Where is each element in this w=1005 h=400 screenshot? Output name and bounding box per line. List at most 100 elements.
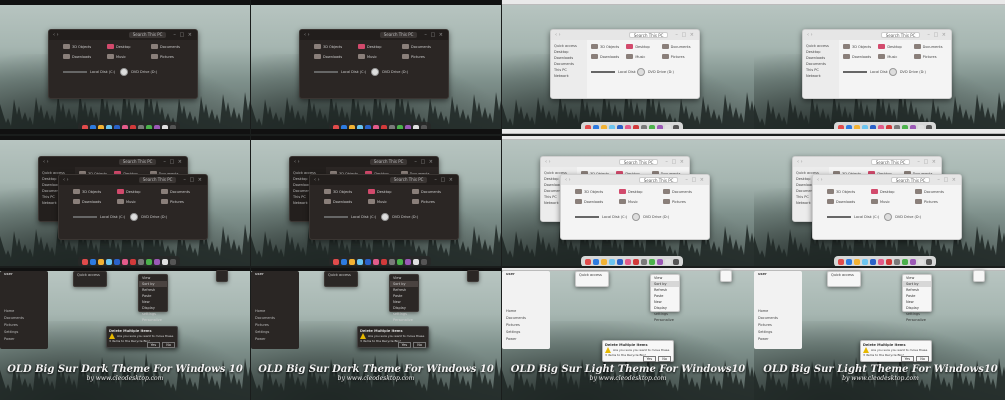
context-menu-item[interactable]: Display settings <box>651 305 679 317</box>
back-arrow-icon[interactable]: ‹ › <box>314 177 320 183</box>
dvd-drive-item[interactable]: DVD Drive (D:) <box>120 68 157 76</box>
dock-app-icon[interactable] <box>861 258 868 265</box>
back-arrow-icon[interactable]: ‹ › <box>43 159 49 165</box>
folder-item[interactable]: Desktop <box>117 189 140 194</box>
dvd-drive-item[interactable]: DVD Drive (D:) <box>130 213 167 221</box>
search-input[interactable]: Search This PC <box>880 32 921 38</box>
notification-corner[interactable] <box>973 270 985 282</box>
start-menu-item[interactable]: Settings <box>251 329 299 336</box>
dock-app-icon[interactable] <box>625 258 631 265</box>
dock-app-icon[interactable] <box>170 258 176 265</box>
window-controls[interactable]: – □ × <box>414 159 434 165</box>
folder-item[interactable]: 3D Objects <box>63 44 91 49</box>
yes-button[interactable]: Yes <box>642 356 657 362</box>
drive-item[interactable]: Local Disk (C:) <box>314 70 366 74</box>
back-arrow-icon[interactable]: ‹ › <box>294 159 300 165</box>
folder-item[interactable]: Desktop <box>368 189 391 194</box>
folder-item[interactable]: Downloads <box>843 54 871 59</box>
dock-app-icon[interactable] <box>405 258 411 265</box>
back-arrow-icon[interactable]: ‹ › <box>797 159 803 165</box>
folder-item[interactable]: Music <box>878 54 897 59</box>
folder-item[interactable]: Pictures <box>151 54 174 59</box>
folder-item[interactable]: Desktop <box>871 189 894 194</box>
dock-app-icon[interactable] <box>885 258 892 265</box>
dock-app-icon[interactable] <box>909 258 916 265</box>
search-input[interactable]: Search This PC <box>628 32 669 38</box>
context-menu-item[interactable]: Personalize <box>139 317 167 323</box>
folder-item[interactable]: Desktop <box>619 189 642 194</box>
start-menu-item[interactable]: Power <box>251 336 299 343</box>
folder-item[interactable]: Desktop <box>878 44 902 49</box>
notification-corner[interactable] <box>467 270 479 282</box>
dock-app-icon[interactable] <box>673 258 679 265</box>
dock-app-icon[interactable] <box>893 258 900 265</box>
context-menu-item[interactable]: Display settings <box>903 305 931 317</box>
folder-item[interactable]: Downloads <box>63 54 91 59</box>
no-button[interactable]: No <box>413 342 426 348</box>
dock-app-icon[interactable] <box>154 258 160 265</box>
dock-app-icon[interactable] <box>90 258 96 265</box>
folder-item[interactable]: Music <box>871 199 890 204</box>
file-explorer-window[interactable]: ‹ › Search This PC – □ × 3D Objects Desktop D… <box>48 29 198 99</box>
folder-item[interactable]: Pictures <box>412 199 435 204</box>
folder-item[interactable]: Downloads <box>73 199 101 204</box>
window-controls[interactable]: – □ × <box>675 32 695 38</box>
dock-app-icon[interactable] <box>837 258 844 265</box>
folder-item[interactable]: Documents <box>151 44 180 49</box>
dock-app-icon[interactable] <box>389 258 395 265</box>
dock-app-icon[interactable] <box>853 258 860 265</box>
drive-item[interactable]: Local Disk (C:) <box>73 215 125 219</box>
dock-app-icon[interactable] <box>82 258 88 265</box>
window-controls[interactable]: – □ × <box>163 159 183 165</box>
dvd-drive-item[interactable]: DVD Drive (D:) <box>381 213 418 221</box>
dvd-drive-item[interactable]: DVD Drive (D:) <box>888 68 926 76</box>
window-controls[interactable]: – □ × <box>665 159 685 165</box>
folder-item[interactable]: Pictures <box>402 54 425 59</box>
folder-item[interactable]: Music <box>626 54 645 59</box>
dock-app-icon[interactable] <box>657 258 663 265</box>
drive-item[interactable]: Local Disk (C:) <box>827 215 879 219</box>
dock-app-icon[interactable] <box>381 258 387 265</box>
yes-button[interactable]: Yes <box>146 342 161 348</box>
file-explorer-window[interactable]: ‹ › Search This PC – □ × 3D Objects Desktop D… <box>812 174 962 240</box>
yes-button[interactable]: Yes <box>397 342 412 348</box>
folder-item[interactable]: Pictures <box>913 54 937 59</box>
context-menu-item[interactable]: Personalize <box>390 317 418 323</box>
dock-app-icon[interactable] <box>665 258 671 265</box>
folder-item[interactable]: Downloads <box>575 199 603 204</box>
dock-app-icon[interactable] <box>617 258 623 265</box>
drive-item[interactable]: Local Disk (C:) <box>591 70 643 74</box>
start-menu-item[interactable]: Home <box>502 308 550 315</box>
dock-app-icon[interactable] <box>633 258 639 265</box>
folder-item[interactable]: 3D Objects <box>575 189 603 194</box>
back-arrow-icon[interactable]: ‹ › <box>304 32 310 38</box>
window-controls[interactable]: – □ × <box>434 177 454 183</box>
window-controls[interactable]: – □ × <box>183 177 203 183</box>
dock-app-icon[interactable] <box>365 258 371 265</box>
search-input[interactable]: Search This PC <box>379 32 418 38</box>
drive-item[interactable]: Local Disk (C:) <box>324 215 376 219</box>
search-input[interactable]: Search This PC <box>118 159 157 165</box>
dock-app-icon[interactable] <box>609 258 615 265</box>
drive-item[interactable]: Local Disk (C:) <box>843 70 895 74</box>
start-menu-item[interactable]: Power <box>502 336 550 343</box>
start-menu-item[interactable]: Pictures <box>502 322 550 329</box>
start-menu-item[interactable]: Documents <box>0 315 48 322</box>
back-arrow-icon[interactable]: ‹ › <box>63 177 69 183</box>
dock-app-icon[interactable] <box>146 258 152 265</box>
no-button[interactable]: No <box>658 356 671 362</box>
context-menu-item[interactable]: Display settings <box>139 305 167 317</box>
dock-app-icon[interactable] <box>917 258 924 265</box>
dock-app-icon[interactable] <box>649 258 655 265</box>
dock-app-icon[interactable] <box>877 258 884 265</box>
no-button[interactable]: No <box>916 356 929 362</box>
dock-app-icon[interactable] <box>130 258 136 265</box>
start-menu-item[interactable]: Documents <box>251 315 299 322</box>
folder-item[interactable]: Music <box>368 199 387 204</box>
folder-item[interactable]: Music <box>358 54 377 59</box>
search-input[interactable]: Search This PC <box>890 177 931 183</box>
dock-app-icon[interactable] <box>397 258 403 265</box>
dock-app-icon[interactable] <box>114 258 120 265</box>
folder-item[interactable]: 3D Objects <box>827 189 855 194</box>
folder-item[interactable]: Downloads <box>591 54 619 59</box>
